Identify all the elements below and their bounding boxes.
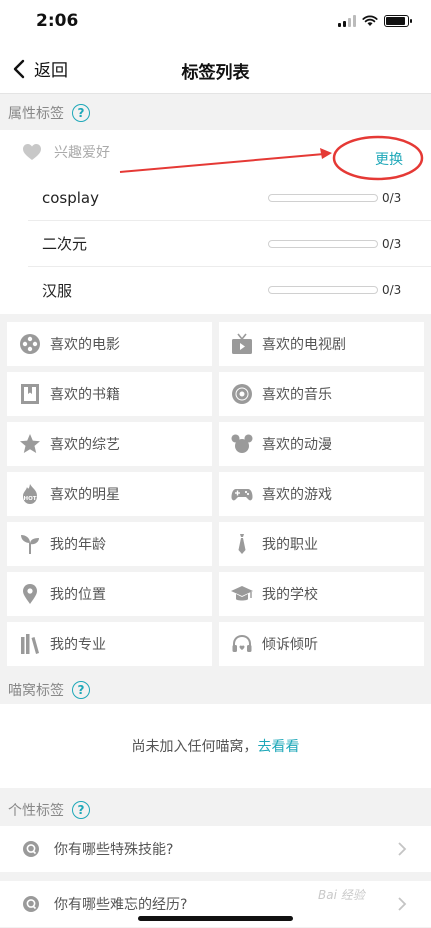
- tag-name: 二次元: [42, 235, 88, 253]
- status-time: 2:06: [36, 11, 79, 31]
- category-card[interactable]: HOT 喜欢的明星: [7, 472, 212, 516]
- vinyl-icon: [232, 384, 252, 404]
- category-label: 我的学校: [262, 587, 318, 603]
- category-grid: 喜欢的电影 喜欢的电视剧 喜欢的书籍 喜欢的音乐 喜欢的综艺 喜欢的动漫 HOT…: [7, 322, 424, 666]
- interest-header: 兴趣爱好: [22, 142, 110, 162]
- category-label: 倾诉倾听: [262, 637, 318, 653]
- category-card[interactable]: 我的年龄: [7, 522, 212, 566]
- nest-section-header: 喵窝标签 ?: [0, 672, 431, 708]
- tag-progress-bar: [268, 193, 378, 202]
- bookshelf-icon: [21, 634, 39, 654]
- home-indicator: [138, 916, 293, 921]
- question-text: 你有哪些特殊技能?: [54, 842, 174, 858]
- mouse-ears-icon: [231, 434, 253, 453]
- category-card[interactable]: 我的专业: [7, 622, 212, 666]
- location-pin-icon: [23, 584, 37, 604]
- status-bar: 2:06: [0, 0, 431, 44]
- category-label: 喜欢的书籍: [50, 387, 120, 403]
- graduation-cap-icon: [231, 586, 253, 601]
- sprout-icon: [21, 535, 39, 554]
- hot-flame-icon: HOT: [23, 484, 37, 504]
- category-card[interactable]: 我的学校: [219, 572, 424, 616]
- category-card[interactable]: 倾诉倾听: [219, 622, 424, 666]
- category-label: 喜欢的电视剧: [262, 337, 346, 353]
- category-card[interactable]: 我的位置: [7, 572, 212, 616]
- category-card[interactable]: 我的职业: [219, 522, 424, 566]
- nest-empty-text: 尚未加入任何喵窝，: [131, 739, 258, 755]
- status-icons: [338, 15, 412, 27]
- attr-section-header: 属性标签 ?: [0, 95, 431, 131]
- tag-row[interactable]: 汉服 0/3: [28, 267, 431, 313]
- category-card[interactable]: 喜欢的电视剧: [219, 322, 424, 366]
- nest-empty-message: 尚未加入任何喵窝，去看看: [0, 736, 431, 756]
- battery-fill: [386, 17, 405, 25]
- category-label: 我的年龄: [50, 537, 106, 553]
- go-see-link[interactable]: 去看看: [258, 739, 300, 755]
- page-title: 标签列表: [181, 63, 250, 83]
- category-label: 喜欢的电影: [50, 337, 120, 353]
- wifi-icon: [362, 15, 378, 26]
- tag-name: 汉服: [42, 281, 73, 300]
- category-label: 喜欢的明星: [50, 487, 120, 503]
- tie-icon: [238, 534, 246, 554]
- tag-count: 0/3: [382, 236, 402, 251]
- annotation-arrow: [119, 148, 332, 173]
- tag-count: 0/3: [382, 190, 402, 205]
- category-card[interactable]: 喜欢的游戏: [219, 472, 424, 516]
- signal-icon: [338, 15, 356, 27]
- personal-section-title: 个性标签: [8, 803, 64, 819]
- category-card[interactable]: 喜欢的书籍: [7, 372, 212, 416]
- help-icon[interactable]: ?: [72, 681, 90, 699]
- gamepad-icon: [231, 489, 253, 501]
- question-bubble-icon: [23, 841, 39, 857]
- category-card[interactable]: 喜欢的电影: [7, 322, 212, 366]
- interest-label: 兴趣爱好: [54, 145, 110, 161]
- category-label: 喜欢的动漫: [262, 437, 332, 453]
- question-bubble-icon: [23, 896, 39, 912]
- nest-section-title: 喵窝标签: [8, 683, 64, 699]
- category-card[interactable]: 喜欢的动漫: [219, 422, 424, 466]
- category-label: 我的职业: [262, 537, 318, 553]
- category-label: 喜欢的综艺: [50, 437, 120, 453]
- category-label: 我的专业: [50, 637, 106, 653]
- chevron-right-icon: [398, 842, 407, 856]
- attr-section-title: 属性标签: [8, 106, 64, 122]
- category-label: 我的位置: [50, 587, 106, 603]
- category-card[interactable]: 喜欢的综艺: [7, 422, 212, 466]
- personal-section-header: 个性标签 ?: [0, 792, 431, 828]
- nest-empty-block: 尚未加入任何喵窝，去看看: [0, 704, 431, 788]
- question-row[interactable]: 你有哪些特殊技能?: [0, 826, 431, 872]
- svg-text:HOT: HOT: [23, 496, 36, 502]
- tag-progress-bar: [268, 286, 378, 294]
- tag-row[interactable]: 二次元 0/3: [28, 221, 431, 267]
- headphones-icon: [232, 634, 252, 652]
- tag-count: 0/3: [382, 283, 402, 297]
- battery-icon: [384, 15, 412, 27]
- book-icon: [21, 384, 39, 404]
- watermark: Bai 经验: [318, 888, 365, 902]
- category-label: 喜欢的音乐: [262, 387, 332, 403]
- annotation-ellipse: [332, 135, 424, 181]
- help-icon[interactable]: ?: [72, 801, 90, 819]
- help-icon[interactable]: ?: [72, 104, 90, 122]
- nav-bar: 返回 标签列表: [0, 44, 431, 94]
- tag-progress-bar: [268, 239, 378, 248]
- category-label: 喜欢的游戏: [262, 487, 332, 503]
- film-reel-icon: [20, 334, 40, 354]
- category-card[interactable]: 喜欢的音乐: [219, 372, 424, 416]
- chevron-right-icon: [398, 897, 407, 911]
- heart-icon: [23, 144, 41, 160]
- tag-name: cosplay: [42, 188, 99, 207]
- question-text: 你有哪些难忘的经历?: [54, 897, 188, 913]
- tv-icon: [232, 333, 252, 354]
- star-icon: [20, 434, 40, 453]
